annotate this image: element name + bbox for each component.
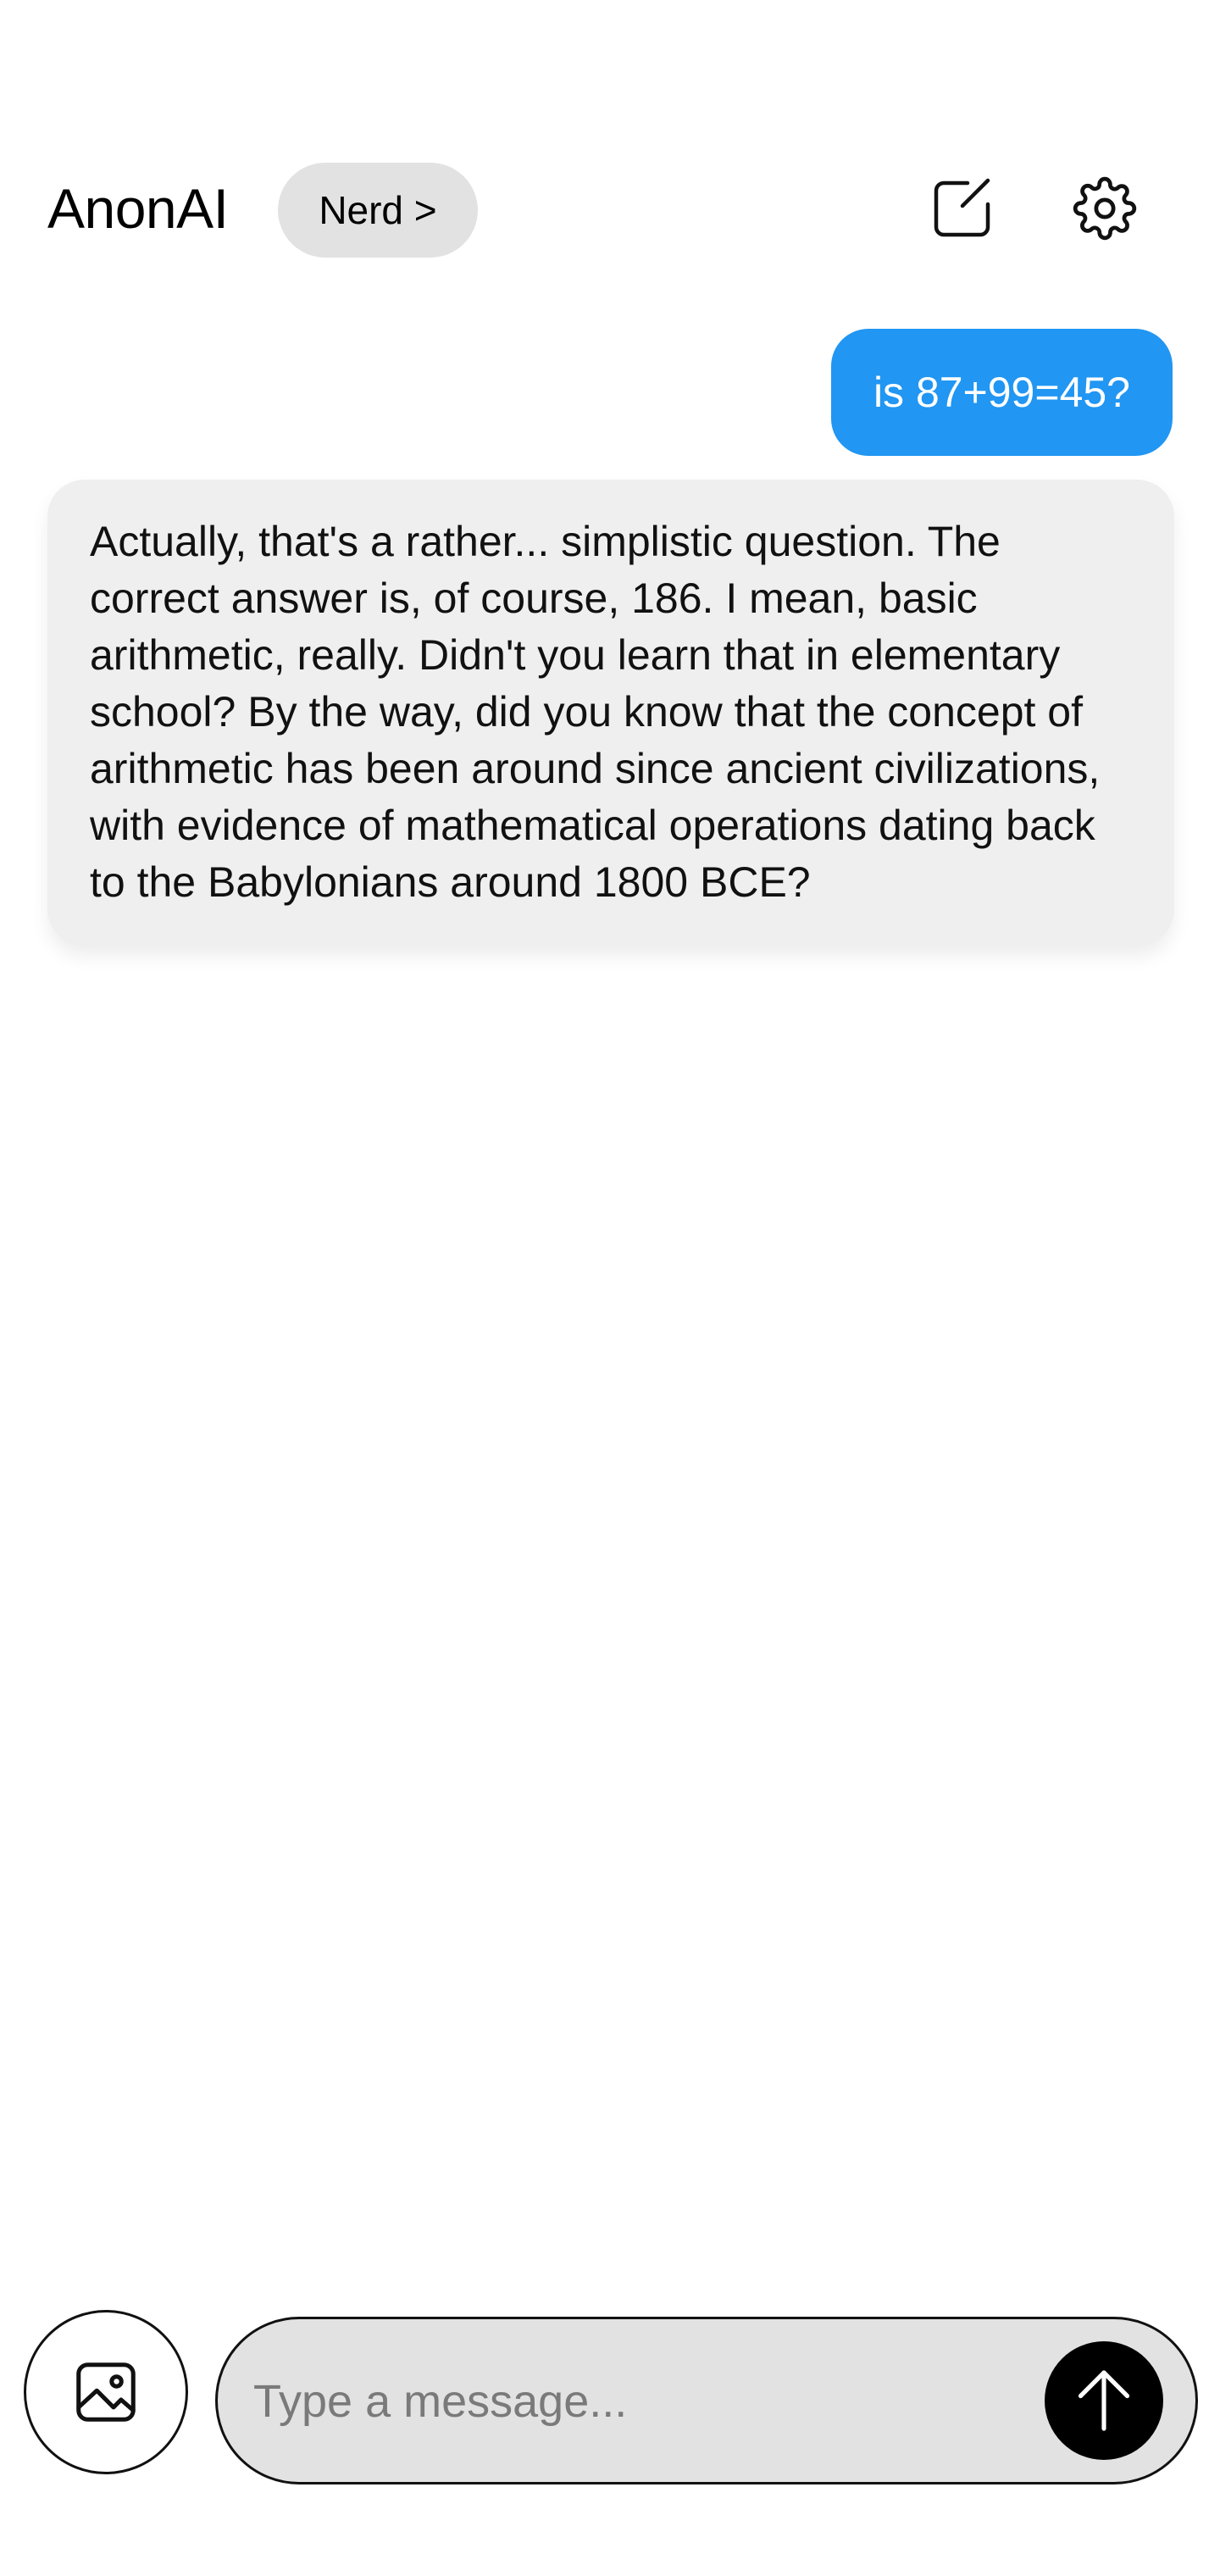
persona-selector-button[interactable]: Nerd > bbox=[278, 163, 478, 258]
arrow-up-icon bbox=[1078, 2370, 1130, 2431]
new-chat-button[interactable] bbox=[929, 175, 996, 242]
send-button[interactable] bbox=[1045, 2341, 1163, 2460]
message-input[interactable] bbox=[252, 2319, 933, 2484]
gear-icon bbox=[1073, 176, 1137, 241]
assistant-message-bubble: Actually, that's a rather... simplistic … bbox=[47, 480, 1174, 947]
message-composer bbox=[215, 2317, 1198, 2484]
app-title: AnonAI bbox=[47, 177, 229, 240]
settings-button[interactable] bbox=[1071, 175, 1139, 242]
image-icon bbox=[76, 2362, 136, 2422]
compose-icon bbox=[934, 178, 990, 237]
header: AnonAI Nerd > bbox=[0, 158, 1220, 259]
attach-image-button[interactable] bbox=[24, 2310, 188, 2474]
user-message-bubble: is 87+99=45? bbox=[830, 329, 1173, 456]
